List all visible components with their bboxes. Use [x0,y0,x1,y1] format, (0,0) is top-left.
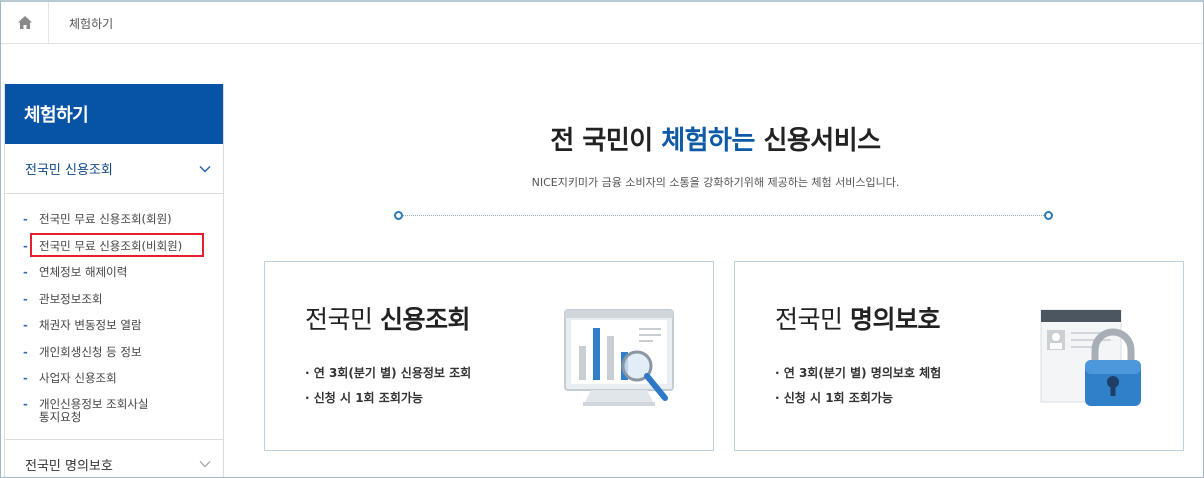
card-title: 전국민 명의보호 [775,300,940,336]
divider-line [398,215,1050,216]
divider-dot-right [1044,211,1053,220]
home-button[interactable] [1,2,49,43]
bullet-dash: - [23,371,28,385]
card-line: · 연 3회(분기 별) 명의보호 체험 [775,366,942,380]
page-subtitle: NICE지키미가 금융 소비자의 소통을 강화하기위해 제공하는 체험 서비스입… [531,176,900,189]
id-card-lock-icon [1040,309,1141,406]
sidebar-item-label: 채권자 변동정보 열람 [39,318,142,332]
sidebar-item-label: 연체정보 해제이력 [39,265,128,279]
home-icon [17,16,32,29]
bullet-dash: - [23,265,28,279]
card-title: 전국민 신용조회 [305,300,470,336]
card-title-light: 전국민 [305,305,380,334]
sidebar-section-label: 전국민 신용조회 [25,163,113,178]
card-identity-protection[interactable]: 전국민 명의보호 · 연 3회(분기 별) 명의보호 체험 · 신청 시 1회 … [734,261,1184,451]
sidebar-item-gazette-info[interactable]: - 관보정보조회 [5,286,223,313]
sidebar-item-inquiry-notice[interactable]: - 개인신용정보 조회사실 통지요청 [5,392,223,432]
sidebar: 체험하기 전국민 신용조회 - 전국민 무료 신용조회(회원) - 전국민 무료… [4,84,224,477]
sidebar-submenu: - 전국민 무료 신용조회(회원) - 전국민 무료 신용조회(비회원) - 연… [5,194,223,439]
card-description: · 연 3회(분기 별) 명의보호 체험 · 신청 시 1회 조회가능 [775,364,941,414]
card-line: · 신청 시 1회 조회가능 [305,391,423,405]
title-part1: 전 국민이 [550,126,662,156]
sidebar-item-label: 전국민 무료 신용조회(비회원) [39,238,183,253]
bullet-dash: - [23,291,28,306]
sidebar-item-label-line1: 개인신용정보 조회사실 [39,396,149,411]
card-title-bold: 신용조회 [379,305,471,334]
sidebar-item-rehabilitation-info[interactable]: - 개인회생신청 등 정보 [5,339,223,366]
sidebar-section-identity-protection[interactable]: 전국민 명의보호 [5,439,223,477]
breadcrumb-current: 체험하기 [69,17,114,31]
sidebar-item-label: 관보정보조회 [39,291,103,306]
sidebar-item-label-line2: 통지요청 [39,409,82,424]
bullet-dash: - [23,212,28,226]
divider-dot-left [394,211,403,220]
sidebar-section-label: 전국민 명의보호 [25,458,113,474]
chevron-up-icon [199,165,211,172]
sidebar-item-free-credit-nonmember[interactable]: - 전국민 무료 신용조회(비회원) [5,232,223,260]
sidebar-item-label: 개인회생신청 등 정보 [39,344,142,359]
bullet-dash: - [23,396,28,411]
card-description: · 연 3회(분기 별) 신용정보 조회 · 신청 시 1회 조회가능 [305,364,471,414]
page-title: 전 국민이 체험하는 신용서비스 [226,120,1203,157]
chevron-down-icon [199,461,211,468]
sidebar-title: 체험하기 [5,84,223,144]
page-frame: 체험하기 체험하기 전국민 신용조회 - 전국민 무료 신용조회(회원) - 전… [0,0,1204,478]
breadcrumb: 체험하기 [1,2,1203,44]
sidebar-item-label: 전국민 무료 신용조회(회원) [39,212,172,226]
sidebar-item-creditor-change[interactable]: - 채권자 변동정보 열람 [5,312,223,339]
monitor-chart-magnifier-icon [564,309,674,406]
title-accent: 체험하는 [661,126,755,156]
title-part2: 신용서비스 [754,126,881,156]
sidebar-item-free-credit-member[interactable]: - 전국민 무료 신용조회(회원) [5,206,223,233]
sidebar-item-business-credit[interactable]: - 사업자 신용조회 [5,365,223,392]
card-credit-inquiry[interactable]: 전국민 신용조회 · 연 3회(분기 별) 신용정보 조회 · 신청 시 1회 … [264,261,714,451]
bullet-dash: - [23,344,28,359]
card-line: · 연 3회(분기 별) 신용정보 조회 [305,366,472,380]
bullet-dash: - [23,318,28,332]
bullet-dash: - [23,238,28,253]
card-title-light: 전국민 [775,305,850,334]
sidebar-item-label: 사업자 신용조회 [39,371,117,385]
card-line: · 신청 시 1회 조회가능 [775,391,893,405]
sidebar-section-credit-inquiry[interactable]: 전국민 신용조회 [5,144,223,194]
sidebar-item-delinquency-history[interactable]: - 연체정보 해제이력 [5,259,223,286]
card-title-bold: 명의보호 [849,305,941,334]
